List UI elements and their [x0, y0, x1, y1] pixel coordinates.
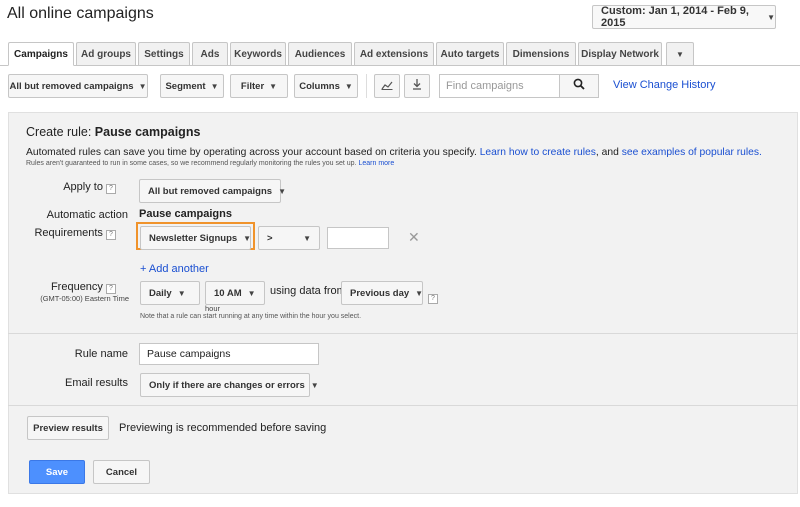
view-change-history-link[interactable]: View Change History — [613, 79, 716, 91]
frequency-label: Frequency ? — [8, 281, 116, 294]
rule-intro-and: , and — [595, 147, 619, 158]
campaign-filter-label: All but removed campaigns — [9, 80, 134, 92]
caret-down-icon: ▼ — [247, 288, 256, 298]
tab-ad-extensions[interactable]: Ad extensions — [354, 42, 434, 66]
caret-down-icon: ▼ — [415, 288, 424, 298]
filter-label: Filter — [240, 80, 265, 92]
preview-note: Previewing is recommended before saving — [119, 422, 327, 434]
data-range-dropdown[interactable]: Previous day ▼ — [341, 281, 423, 305]
apply-to-dropdown[interactable]: All but removed campaigns ▼ — [139, 179, 286, 203]
chart-toggle-button[interactable] — [374, 74, 400, 98]
tab-keywords[interactable]: Keywords — [230, 42, 286, 66]
rule-heading-name: Pause campaigns — [94, 125, 201, 139]
requirement-operator-value: > — [267, 232, 273, 244]
help-icon[interactable]: ? — [106, 183, 116, 194]
requirement-operator-dropdown[interactable]: > ▼ — [258, 226, 320, 250]
preview-results-button[interactable]: Preview results — [27, 416, 109, 440]
data-range-value: Previous day — [350, 287, 410, 299]
frequency-dropdown[interactable]: Daily ▼ — [140, 281, 200, 305]
section-divider — [8, 333, 798, 334]
hour-dropdown[interactable]: 10 AM ▼ — [205, 281, 265, 305]
tab-auto-targets[interactable]: Auto targets — [436, 42, 504, 66]
frequency-label-text: Frequency — [50, 281, 103, 293]
columns-label: Columns — [299, 80, 340, 92]
caret-down-icon: ▼ — [177, 288, 186, 298]
section-divider — [8, 405, 798, 406]
learn-create-rules-link[interactable]: Learn how to create rules — [480, 147, 596, 158]
tabs-more-button[interactable]: ▼ — [666, 42, 694, 66]
rule-name-label: Rule name — [74, 348, 128, 360]
search-input[interactable]: Find campaigns — [439, 74, 559, 98]
caret-down-icon: ▼ — [138, 81, 147, 91]
tab-dimensions[interactable]: Dimensions — [506, 42, 576, 66]
help-icon[interactable]: ? — [428, 293, 438, 304]
rule-intro: Automated rules can save you time by ope… — [26, 147, 762, 158]
page-title: All online campaigns — [7, 5, 154, 22]
email-results-value: Only if there are changes or errors — [149, 379, 305, 391]
popular-rules-link[interactable]: see examples of popular rules. — [622, 147, 762, 158]
timezone-label: (GMT-05:00) Eastern Time — [40, 294, 129, 303]
hour-value: 10 AM — [214, 287, 242, 299]
caret-down-icon: ▼ — [243, 233, 252, 243]
requirements-label-text: Requirements — [34, 227, 103, 239]
save-button[interactable]: Save — [29, 460, 85, 484]
requirement-value-input[interactable] — [327, 227, 389, 249]
apply-to-value: All but removed campaigns — [148, 185, 273, 197]
email-results-dropdown[interactable]: Only if there are changes or errors ▼ — [140, 373, 319, 397]
remove-requirement-icon[interactable]: ✕ — [408, 229, 420, 246]
rule-disclaimer: Rules aren't guaranteed to run in some c… — [26, 160, 394, 167]
requirement-metric-value: Newsletter Signups — [149, 232, 238, 244]
rule-heading-prefix: Create rule: — [26, 125, 92, 139]
caret-down-icon: ▼ — [210, 81, 219, 91]
frequency-note: Note that a rule can start running at an… — [140, 313, 362, 320]
caret-down-icon: ▼ — [344, 81, 353, 91]
email-results-label: Email results — [65, 377, 128, 389]
learn-more-link[interactable]: Learn more — [358, 160, 394, 167]
segment-dropdown[interactable]: Segment ▼ — [160, 74, 224, 98]
cancel-button[interactable]: Cancel — [93, 460, 150, 484]
tab-display-network[interactable]: Display Network — [578, 42, 662, 66]
caret-down-icon: ▼ — [269, 81, 278, 91]
filter-dropdown[interactable]: Filter ▼ — [230, 74, 288, 98]
rule-name-input[interactable]: Pause campaigns — [139, 343, 319, 365]
using-data-from-label: using data from — [270, 285, 346, 297]
requirements-label: Requirements ? — [8, 227, 116, 240]
rule-heading: Create rule: Pause campaigns — [26, 125, 200, 139]
apply-to-label: Apply to ? — [8, 181, 116, 194]
tab-ads[interactable]: Ads — [192, 42, 228, 66]
hour-caption: hour — [205, 304, 221, 313]
rule-intro-text: Automated rules can save you time by ope… — [26, 147, 477, 158]
frequency-value: Daily — [149, 287, 172, 299]
rule-disclaimer-text: Rules aren't guaranteed to run in some c… — [26, 160, 357, 167]
search-button[interactable] — [559, 74, 599, 98]
download-button[interactable] — [404, 74, 430, 98]
date-range-label: Custom: Jan 1, 2014 - Feb 9, 2015 — [601, 5, 749, 29]
segment-label: Segment — [165, 80, 206, 92]
help-icon[interactable]: ? — [106, 283, 116, 294]
caret-down-icon: ▼ — [676, 49, 684, 59]
caret-down-icon: ▼ — [278, 186, 286, 196]
caret-down-icon: ▼ — [767, 12, 775, 22]
tab-campaigns[interactable]: Campaigns — [8, 42, 74, 66]
tab-settings[interactable]: Settings — [138, 42, 190, 66]
automatic-action-value: Pause campaigns — [139, 208, 232, 220]
toolbar-divider — [366, 74, 367, 98]
data-range-help: ? — [428, 287, 438, 305]
campaign-filter-dropdown[interactable]: All but removed campaigns ▼ — [8, 74, 148, 98]
date-range-selector[interactable]: Custom: Jan 1, 2014 - Feb 9, 2015 ▼ — [592, 5, 776, 29]
caret-down-icon: ▼ — [303, 233, 311, 243]
automatic-action-label: Automatic action — [46, 209, 128, 221]
tab-ad-groups[interactable]: Ad groups — [76, 42, 136, 66]
apply-to-label-text: Apply to — [63, 181, 103, 193]
columns-dropdown[interactable]: Columns ▼ — [294, 74, 358, 98]
line-chart-icon — [381, 80, 393, 93]
search-icon — [573, 77, 585, 95]
tab-audiences[interactable]: Audiences — [288, 42, 352, 66]
download-icon — [412, 79, 422, 93]
caret-down-icon: ▼ — [310, 380, 319, 390]
add-another-link[interactable]: + Add another — [140, 263, 209, 275]
help-icon[interactable]: ? — [106, 229, 116, 240]
requirement-metric-dropdown[interactable]: Newsletter Signups ▼ — [140, 226, 251, 250]
